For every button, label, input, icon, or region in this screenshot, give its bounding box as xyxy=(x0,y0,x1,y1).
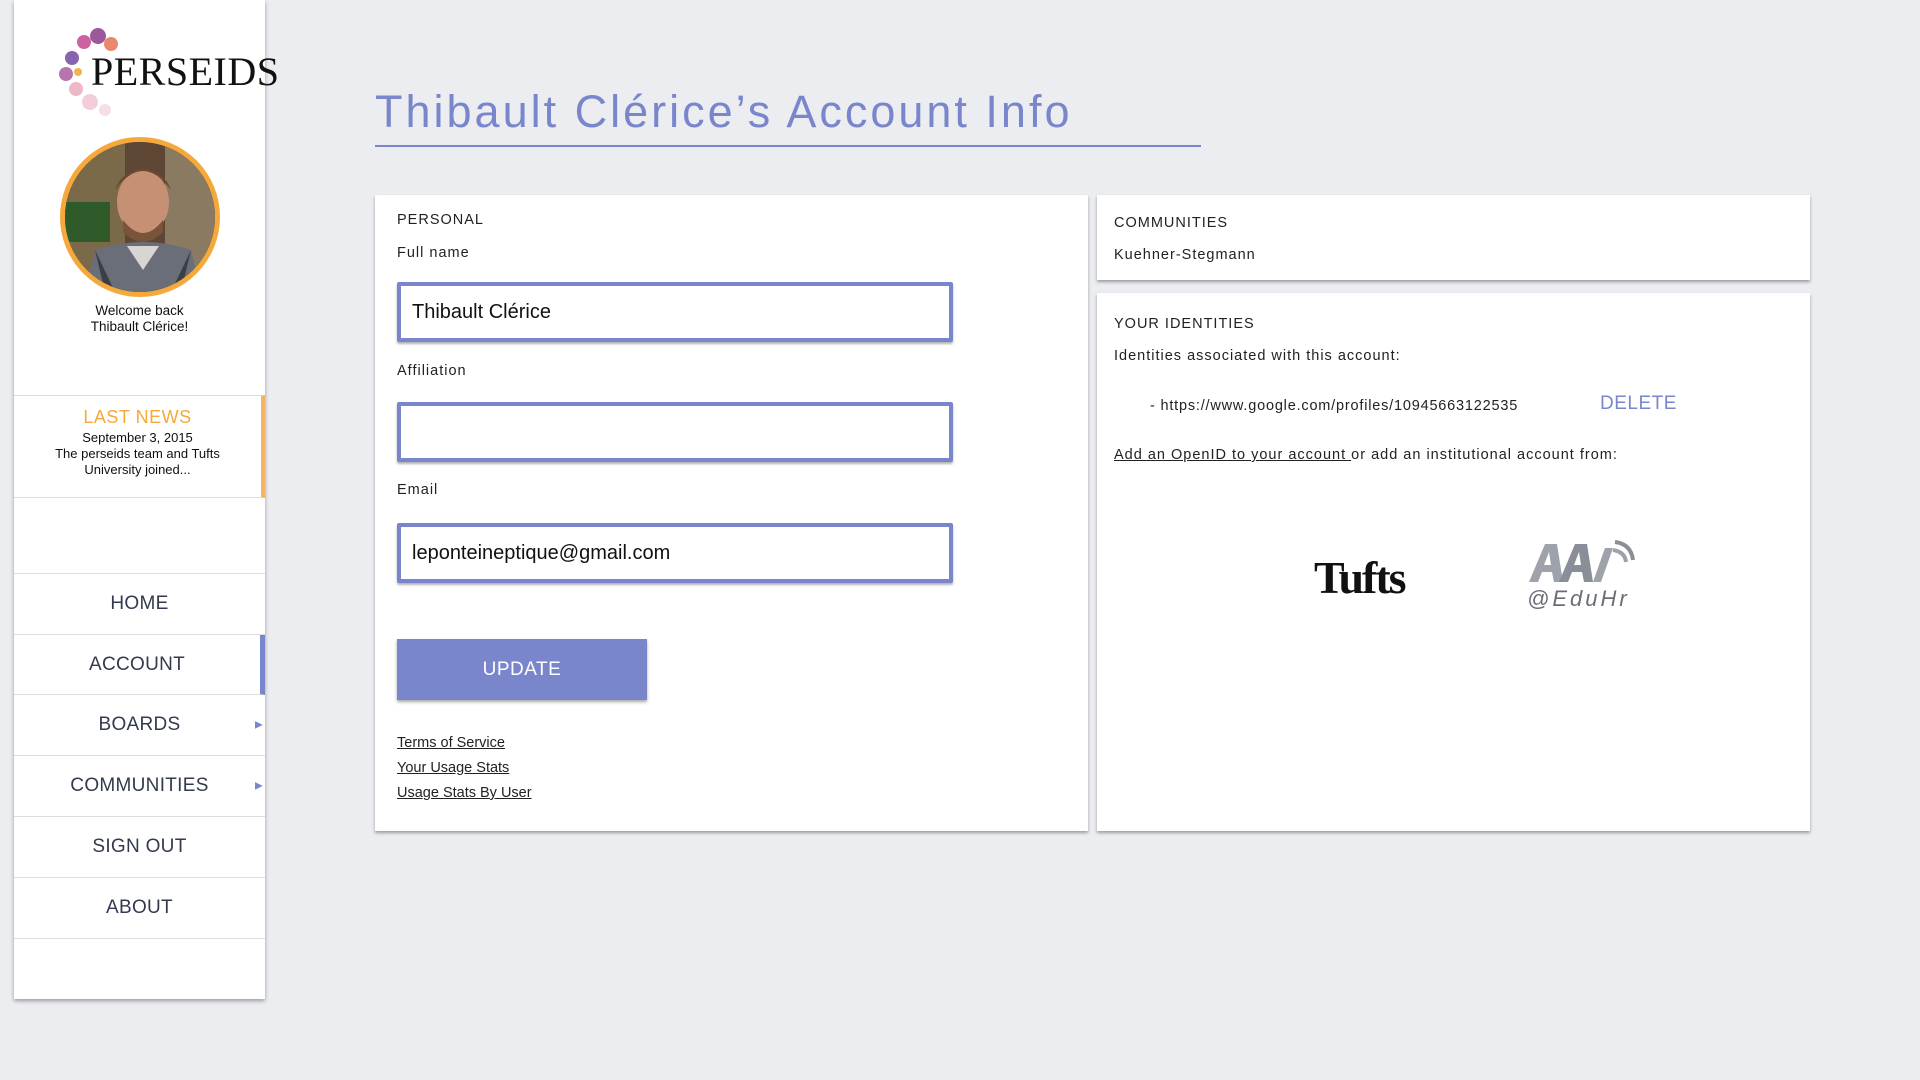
logo-wordmark: PERSEIDS xyxy=(91,49,280,94)
nav-item-sign-out[interactable]: SIGN OUT xyxy=(14,817,265,878)
nav-item-about[interactable]: ABOUT xyxy=(14,878,265,939)
terms-of-service-link[interactable]: Terms of Service xyxy=(397,731,532,756)
personal-section-title: PERSONAL xyxy=(397,212,484,228)
sidebar: PERSEIDS Welcome back Thibault Clérice! … xyxy=(14,0,279,999)
communities-section-title: COMMUNITIES xyxy=(1114,215,1229,231)
affiliation-label: Affiliation xyxy=(397,363,467,379)
communities-card: COMMUNITIES Kuehner-Stegmann xyxy=(1097,195,1810,280)
aai-logo-text: @EduHr xyxy=(1527,586,1630,611)
aai-eduhr-login-logo[interactable]: @EduHr xyxy=(1527,538,1642,616)
full-name-label: Full name xyxy=(397,245,470,261)
nav-item-account[interactable]: ACCOUNT xyxy=(14,635,265,695)
add-openid-link[interactable]: Add an OpenID to your account xyxy=(1114,447,1351,463)
tufts-login-logo[interactable]: Tufts xyxy=(1314,551,1407,604)
welcome-username: Thibault Clérice! xyxy=(90,319,189,334)
nav-label: ABOUT xyxy=(106,897,173,918)
add-account-line: Add an OpenID to your account or add an … xyxy=(1114,447,1618,463)
community-item[interactable]: Kuehner-Stegmann xyxy=(1114,247,1256,263)
nav-item-boards[interactable]: BOARDS ▶ xyxy=(14,695,265,756)
nav-label: BOARDS xyxy=(98,714,181,735)
usage-stats-by-user-link[interactable]: Usage Stats By User xyxy=(397,781,532,806)
footer-links: Terms of Service Your Usage Stats Usage … xyxy=(397,731,532,806)
user-photo-icon xyxy=(65,142,215,292)
identities-intro: Identities associated with this account: xyxy=(1114,348,1401,364)
nav-item-home[interactable]: HOME xyxy=(14,574,265,635)
avatar xyxy=(60,137,220,297)
nav-label: COMMUNITIES xyxy=(70,775,209,796)
sidebar-nav: HOME ACCOUNT BOARDS ▶ COMMUNITIES ▶ SIGN… xyxy=(14,573,265,939)
welcome-message: Welcome back Thibault Clérice! xyxy=(14,303,265,335)
news-excerpt: The perseids team and Tufts University j… xyxy=(55,446,220,477)
nav-item-communities[interactable]: COMMUNITIES ▶ xyxy=(14,756,265,817)
page-title: Thibault Clérice’s Account Info xyxy=(375,84,1201,147)
caret-right-icon: ▶ xyxy=(255,719,263,731)
personal-card: PERSONAL Full name Affiliation Email UPD… xyxy=(375,195,1088,831)
news-title: LAST NEWS xyxy=(83,407,192,427)
news-date: September 3, 2015 xyxy=(82,430,193,445)
identity-url: - https://www.google.com/profiles/109456… xyxy=(1150,398,1519,414)
last-news-panel[interactable]: LAST NEWS September 3, 2015 The perseids… xyxy=(14,395,265,498)
email-label: Email xyxy=(397,482,439,498)
nav-label: ACCOUNT xyxy=(88,653,186,675)
update-button[interactable]: UPDATE xyxy=(397,639,647,700)
affiliation-input[interactable] xyxy=(397,402,953,462)
usage-stats-link[interactable]: Your Usage Stats xyxy=(397,756,532,781)
identities-card: YOUR IDENTITIES Identities associated wi… xyxy=(1097,293,1810,831)
email-input[interactable] xyxy=(397,523,953,583)
caret-right-icon: ▶ xyxy=(255,780,263,792)
nav-label: HOME xyxy=(110,593,169,614)
add-institutional-text: or add an institutional account from: xyxy=(1351,447,1618,463)
delete-identity-button[interactable]: DELETE xyxy=(1600,393,1677,415)
full-name-input[interactable] xyxy=(397,282,953,342)
aai-logo-icon xyxy=(1529,540,1635,582)
welcome-line: Welcome back xyxy=(95,303,184,318)
nav-label: SIGN OUT xyxy=(92,836,187,857)
perseids-logo[interactable]: PERSEIDS xyxy=(34,18,279,118)
identities-section-title: YOUR IDENTITIES xyxy=(1114,316,1255,332)
